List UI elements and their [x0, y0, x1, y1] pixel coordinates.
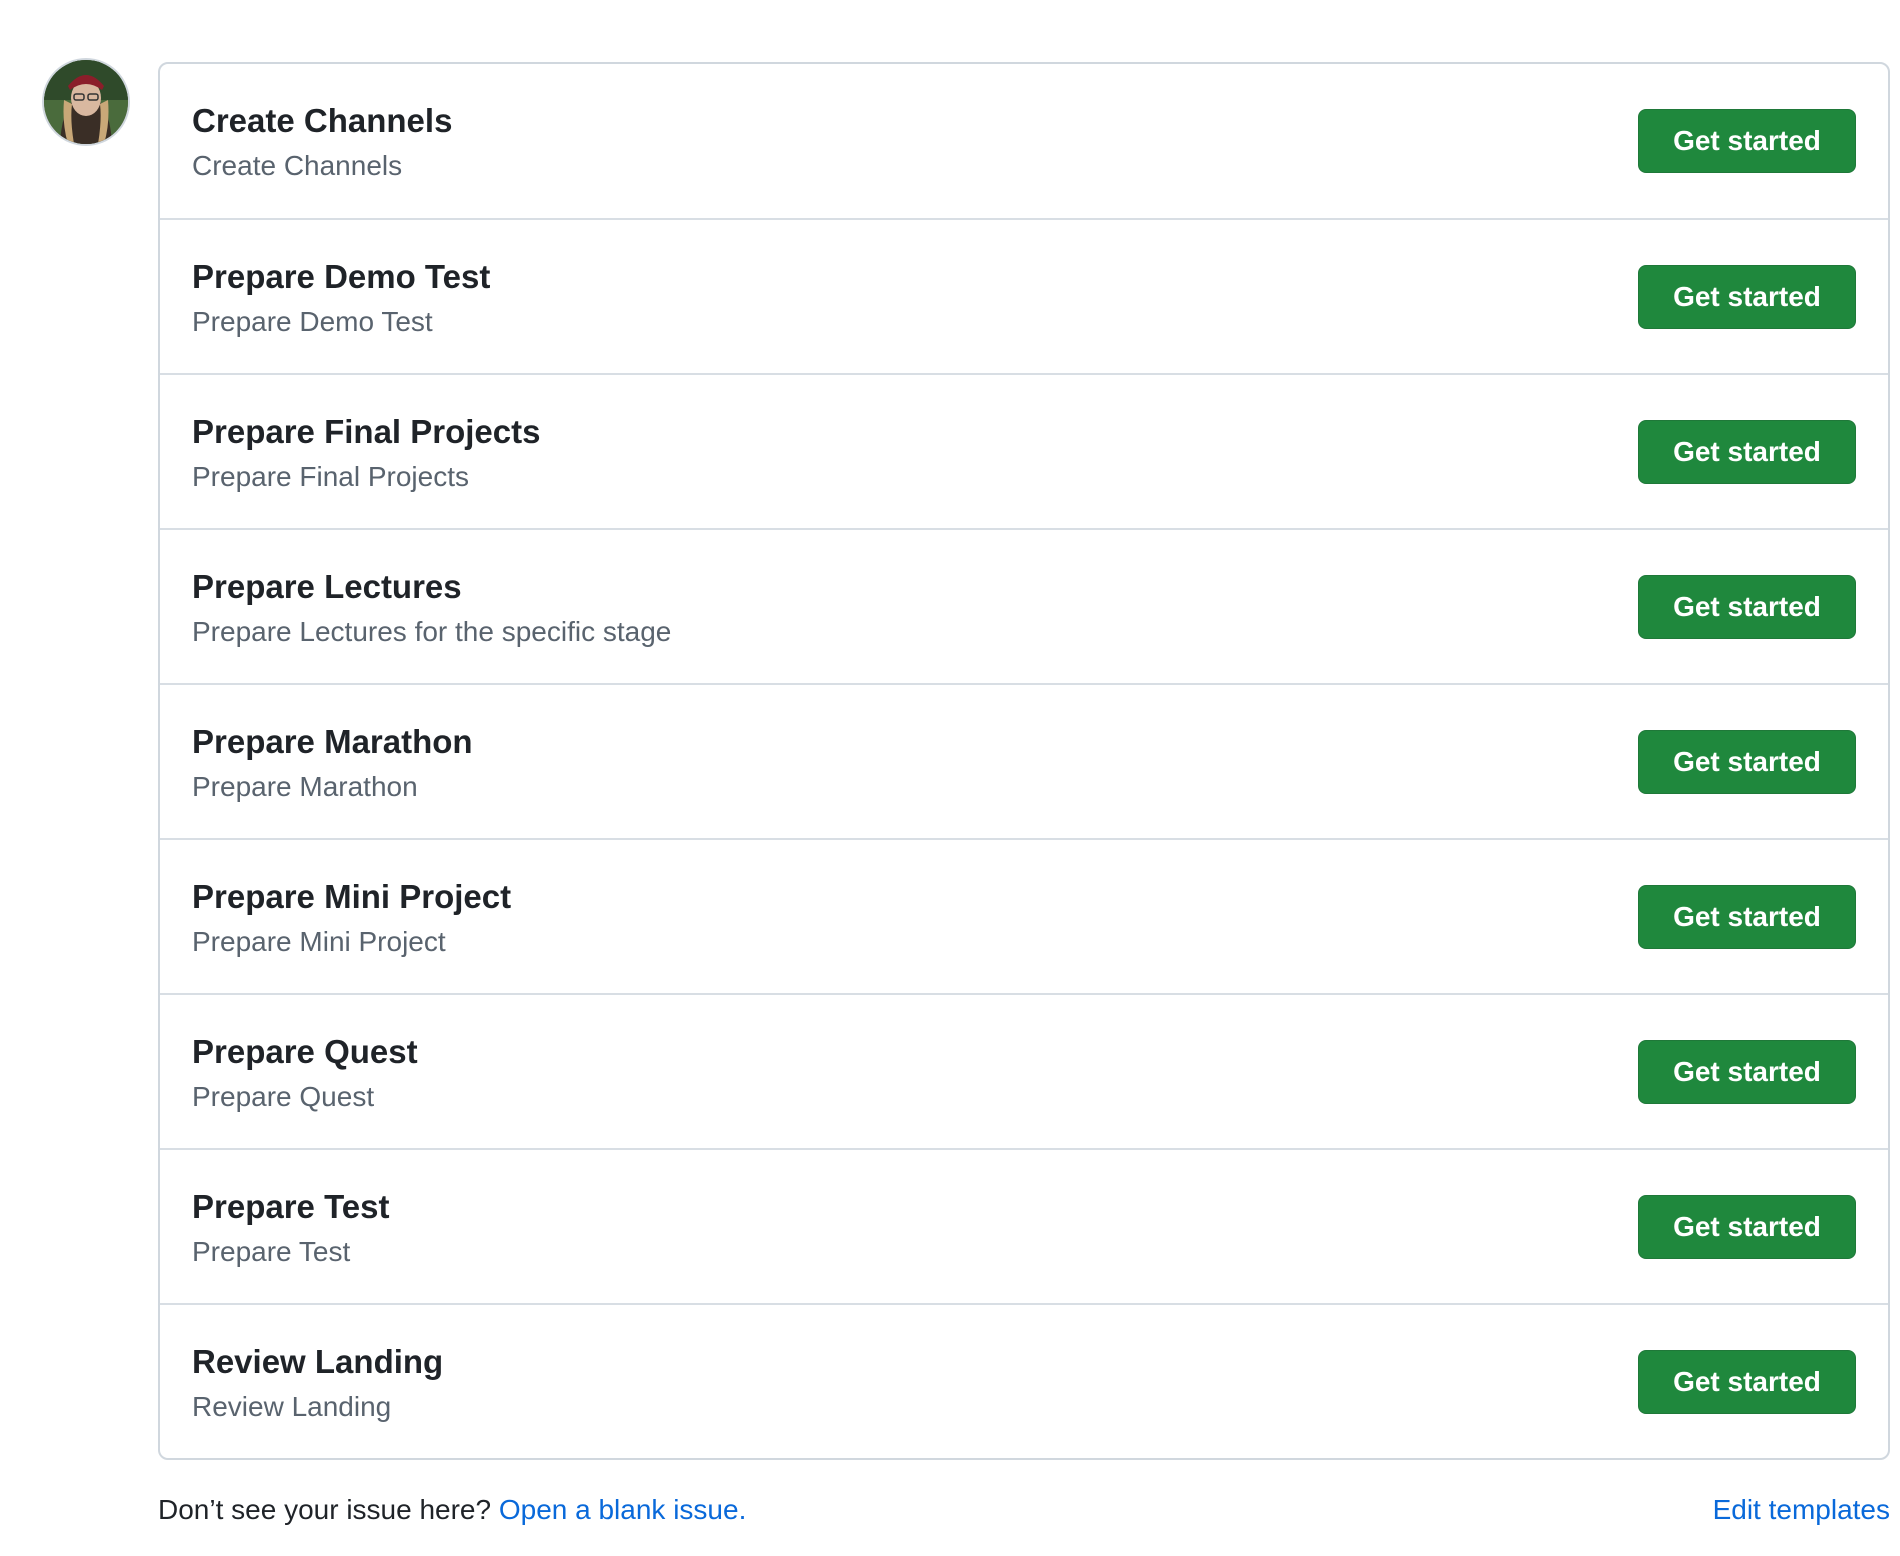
- template-title: Review Landing: [192, 1343, 444, 1380]
- footer-right: Edit templates: [1713, 1494, 1890, 1526]
- template-row: Create Channels Create Channels Get starte…: [160, 64, 1888, 218]
- template-title: Prepare Quest: [192, 1033, 418, 1070]
- get-started-button[interactable]: Get started: [1638, 730, 1856, 794]
- template-row: Prepare Lectures Prepare Lectures for the…: [160, 528, 1888, 683]
- get-started-button[interactable]: Get started: [1638, 575, 1856, 639]
- template-description: Review Landing: [192, 1391, 392, 1422]
- get-started-button[interactable]: Get started: [1638, 420, 1856, 484]
- get-started-button[interactable]: Get started: [1638, 1040, 1856, 1104]
- get-started-button[interactable]: Get started: [1638, 1350, 1856, 1414]
- get-started-button[interactable]: Get started: [1638, 1195, 1856, 1259]
- template-title: Prepare Test: [192, 1188, 390, 1225]
- footer-prompt-line: Don’t see your issue here? Open a blank …: [158, 1494, 746, 1526]
- template-description: Prepare Final Projects: [192, 461, 470, 492]
- get-started-button[interactable]: Get started: [1638, 109, 1856, 173]
- template-title: Prepare Lectures: [192, 568, 462, 605]
- get-started-button[interactable]: Get started: [1638, 265, 1856, 329]
- template-row: Prepare Final Projects Prepare Final Proj…: [160, 373, 1888, 528]
- template-title: Prepare Mini Project: [192, 878, 512, 915]
- template-description: Prepare Marathon: [192, 771, 418, 802]
- template-title: Create Channels: [192, 102, 453, 139]
- template-description: Prepare Test: [192, 1236, 351, 1267]
- template-title: Prepare Demo Test: [192, 258, 491, 295]
- template-title: Prepare Final Projects: [192, 413, 541, 450]
- template-row: Prepare Marathon Prepare Marathon Get star…: [160, 683, 1888, 838]
- template-description: Create Channels: [192, 150, 403, 181]
- template-row: Prepare Test Prepare Test Get started: [160, 1148, 1888, 1303]
- template-footer: Don’t see your issue here? Open a blank …: [158, 1494, 1890, 1534]
- open-blank-issue-link[interactable]: Open a blank issue.: [499, 1494, 747, 1525]
- template-description: Prepare Demo Test: [192, 306, 433, 337]
- template-row: Review Landing Review Landing Get started: [160, 1303, 1888, 1458]
- footer-prompt-text: Don’t see your issue here?: [158, 1494, 492, 1525]
- template-row: Prepare Demo Test Prepare Demo Test Get st…: [160, 218, 1888, 373]
- edit-templates-link[interactable]: Edit templates: [1713, 1494, 1890, 1525]
- issue-template-chooser: Create Channels Create Channels Get starte…: [0, 0, 1900, 1556]
- user-avatar[interactable]: [44, 60, 128, 144]
- template-row: Prepare Quest Prepare Quest Get started: [160, 993, 1888, 1148]
- template-description: Prepare Quest: [192, 1081, 375, 1112]
- template-description: Prepare Lectures for the specific stage: [192, 616, 672, 647]
- get-started-button[interactable]: Get started: [1638, 885, 1856, 949]
- template-row: Prepare Mini Project Prepare Mini Project…: [160, 838, 1888, 993]
- template-title: Prepare Marathon: [192, 723, 473, 760]
- template-list: Create Channels Create Channels Get starte…: [158, 62, 1890, 1460]
- template-description: Prepare Mini Project: [192, 926, 446, 957]
